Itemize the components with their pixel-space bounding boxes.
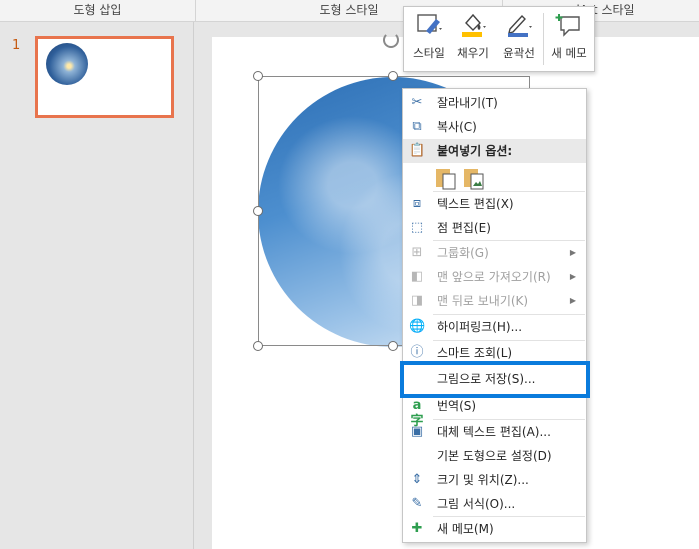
menu-item-send-to-back[interactable]: ◨ 맨 뒤로 보내기(K) ▶ [403,289,586,313]
mini-toolbar: 스타일 채우기 윤곽선 새 메모 [403,6,595,72]
menu-item-bring-to-front[interactable]: ◧ 맨 앞으로 가져오기(R) ▶ [403,265,586,289]
outline-pen-icon [504,11,534,39]
menu-item-edit-points[interactable]: ⬚ 점 편집(E) [403,216,586,240]
alt-text-icon: ▣ [410,424,424,439]
resize-handle-bottom[interactable] [388,341,398,351]
slide-number: 1 [12,38,21,53]
menu-item-new-comment[interactable]: ✚ 새 메모(M) [403,517,586,541]
outline-button[interactable]: 윤곽선 [498,11,540,67]
resize-handle-top-left[interactable] [253,71,263,81]
slide-thumbnail-pane: 1 [0,22,194,549]
paste-keep-source-icon[interactable] [435,166,457,190]
toolbar-separator [543,13,544,65]
style-button[interactable]: 스타일 [408,11,450,67]
menu-item-group[interactable]: ⊞ 그룹화(G) ▶ [403,241,586,265]
text-edit-icon: ⧈ [412,196,422,211]
menu-item-hyperlink[interactable]: 🌐 하이퍼링크(H)... [403,315,586,339]
new-comment-icon: ✚ [411,521,423,536]
slide-thumbnail[interactable] [35,36,174,118]
bring-front-icon: ◧ [410,269,424,284]
resize-handle-bottom-left[interactable] [253,341,263,351]
edit-points-icon: ⬚ [410,220,424,235]
resize-handle-top[interactable] [388,71,398,81]
copy-icon: ⧉ [412,119,422,134]
rotate-handle-icon[interactable] [383,32,399,48]
save-as-picture-highlight [400,361,590,398]
pane-gutter [194,22,212,549]
menu-item-cut[interactable]: ✂ 잘라내기(T) [403,91,586,115]
translate-icon: a字 [410,398,424,429]
menu-header-paste-options: 📋 붙여넣기 옵션: [403,139,586,163]
menu-item-edit-alt-text[interactable]: ▣ 대체 텍스트 편집(A)... [403,420,586,444]
fill-button[interactable]: 채우기 [452,11,494,67]
hyperlink-icon: 🌐 [409,319,426,334]
paste-picture-icon[interactable] [463,166,485,190]
menu-item-set-default-shape[interactable]: 기본 도형으로 설정(D) [403,444,586,468]
size-position-icon: ⇕ [411,472,423,487]
submenu-arrow-icon: ▶ [569,248,576,257]
resize-handle-left[interactable] [253,206,263,216]
menu-item-size-position[interactable]: ⇕ 크기 및 위치(Z)... [403,468,586,492]
menu-item-format-picture[interactable]: ✎ 그림 서식(O)... [403,492,586,516]
fill-bucket-icon [458,11,488,39]
paste-icon: 📋 [409,143,426,158]
scissors-icon: ✂ [411,95,423,110]
new-comment-icon [554,11,584,39]
context-menu: ✂ 잘라내기(T) ⧉ 복사(C) 📋 붙여넣기 옵션: ⧈ 텍스트 편집(X)… [402,88,587,543]
paste-options-row [403,163,586,191]
new-comment-button[interactable]: 새 메모 [546,11,592,67]
submenu-arrow-icon: ▶ [569,296,576,305]
format-picture-icon: ✎ [411,496,423,511]
menu-item-edit-text[interactable]: ⧈ 텍스트 편집(X) [403,192,586,216]
group-icon: ⊞ [411,245,423,260]
shape-style-icon [414,11,444,39]
thumbnail-circle-image [46,43,88,85]
ribbon-group-insert-shapes: 도형 삽입 [0,0,196,21]
menu-item-copy[interactable]: ⧉ 복사(C) [403,115,586,139]
submenu-arrow-icon: ▶ [569,272,576,281]
smart-lookup-icon: ⓘ [410,345,424,360]
send-back-icon: ◨ [410,293,424,308]
